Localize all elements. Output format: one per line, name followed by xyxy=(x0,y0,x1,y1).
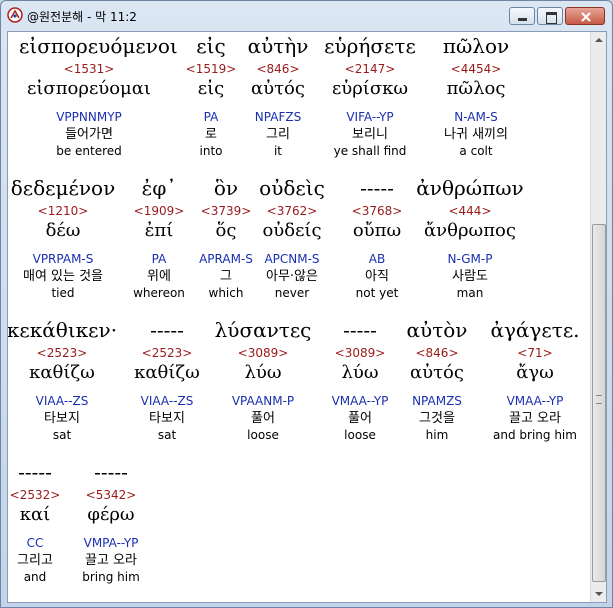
lemma: ἄνθρωπος xyxy=(424,220,516,241)
korean-gloss: 끌고 오라 xyxy=(85,553,137,568)
word-cell[interactable]: εἰσπορευόμενοι <1531> εἰσπορεύομαι VPPNNMYP… xyxy=(19,34,178,158)
english-gloss: a colt xyxy=(459,144,493,158)
scrollbar-thumb[interactable] xyxy=(592,224,606,582)
morph-code: VMAA--YP xyxy=(506,394,564,408)
minimize-button[interactable] xyxy=(509,7,535,25)
word-cell[interactable]: ἀνθρώπων <444> ἄνθρωπος N-GM-P 사람도 man xyxy=(400,176,540,300)
scroll-up-arrow-icon[interactable] xyxy=(591,32,606,49)
english-gloss: bring him xyxy=(82,570,140,584)
strong-number: <5342> xyxy=(85,488,137,502)
word-cell[interactable]: πῶλον <4454> πῶλος N-AM-S 나귀 새끼의 a colt xyxy=(406,34,546,158)
korean-gloss: 나귀 새끼의 xyxy=(444,127,508,142)
greek-word: πῶλον xyxy=(442,34,510,58)
greek-word: ἀνθρώπων xyxy=(416,176,524,200)
close-icon xyxy=(581,12,591,22)
korean-gloss: 들어가면 xyxy=(65,127,113,142)
greek-word: εἰσπορευόμενοι xyxy=(19,34,178,58)
vertical-scrollbar[interactable] xyxy=(590,32,606,602)
title-bar[interactable]: @원전분해 - 막 11:2 xyxy=(1,1,612,31)
korean-gloss: 끌고 오라 xyxy=(509,411,561,426)
lemma: εἰσπορεύομαι xyxy=(27,78,151,99)
english-gloss: and bring him xyxy=(493,428,577,442)
english-gloss: be entered xyxy=(56,144,122,158)
app-logo-icon xyxy=(7,7,23,23)
word-grid: εἰσπορευόμενοι <1531> εἰσπορεύομαι VPPNNMYP… xyxy=(8,32,591,602)
maximize-button[interactable] xyxy=(537,7,563,25)
lemma: ἄγω xyxy=(516,362,554,383)
app-window: @원전분해 - 막 11:2 εἰσπορευόμενοι <1531> εἰσπο… xyxy=(0,0,613,608)
analysis-panel[interactable]: εἰσπορευόμενοι <1531> εἰσπορεύομαι VPPNNMYP… xyxy=(7,31,607,603)
scroll-down-arrow-icon[interactable] xyxy=(591,585,606,602)
morph-code: N-GM-P xyxy=(447,252,493,266)
strong-number: <4454> xyxy=(450,62,502,76)
word-cell[interactable]: ----- <5342> φέρω VMPA--YP 끌고 오라 bring him xyxy=(41,460,181,584)
window-title: @원전분해 - 막 11:2 xyxy=(27,10,137,24)
lemma: πῶλος xyxy=(446,78,506,99)
morph-code: VMPA--YP xyxy=(83,536,139,550)
word-cell[interactable]: ἀγάγετε. <71> ἄγω VMAA--YP 끌고 오라 and bring hi… xyxy=(465,318,605,442)
greek-word: ----- xyxy=(94,460,128,484)
korean-gloss: 사람도 xyxy=(452,269,488,284)
strong-number: <1531> xyxy=(63,62,115,76)
close-button[interactable] xyxy=(565,7,605,25)
strong-number: <71> xyxy=(517,346,553,360)
morph-code: VPPNNMYP xyxy=(56,110,122,124)
greek-word: ἀγάγετε. xyxy=(490,318,580,342)
strong-number: <444> xyxy=(448,204,492,218)
english-gloss: man xyxy=(456,286,484,300)
lemma: φέρω xyxy=(87,504,135,525)
morph-code: N-AM-S xyxy=(454,110,498,124)
